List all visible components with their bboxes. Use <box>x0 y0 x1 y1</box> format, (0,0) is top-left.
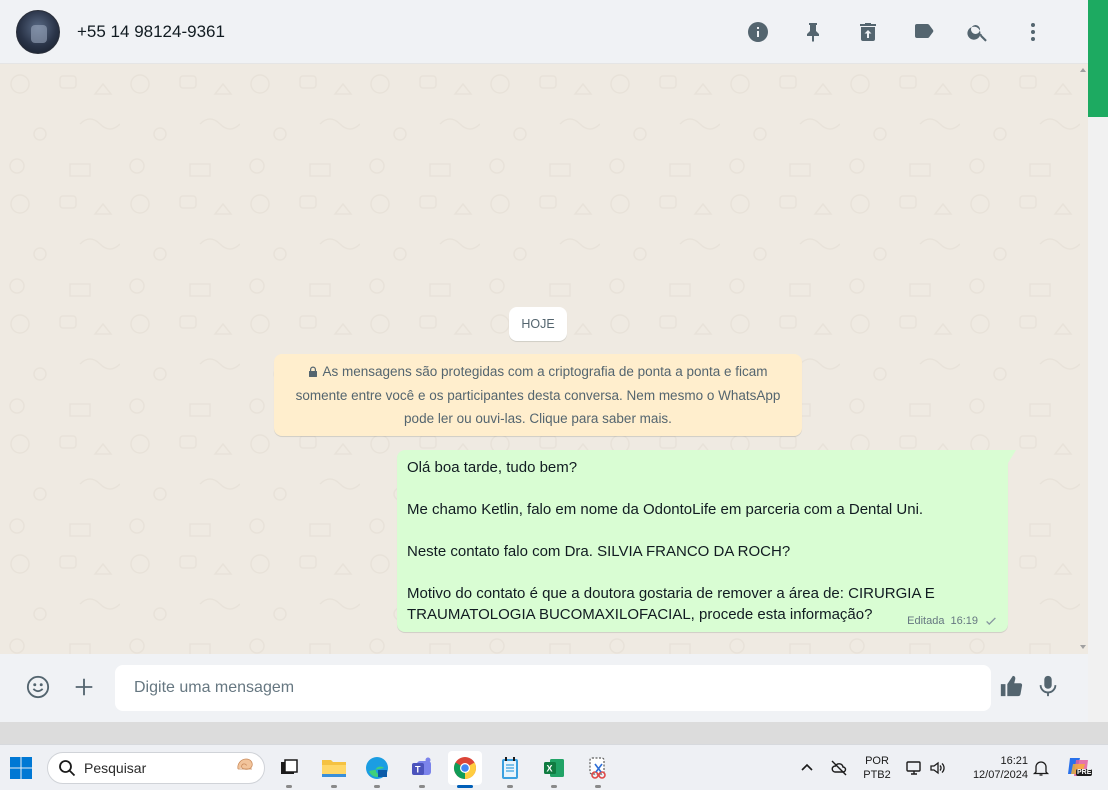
os-taskbar: Pesquisar T X POR PTB2 16:21 12/07/2024 … <box>0 744 1108 790</box>
teams-icon: T <box>412 757 431 775</box>
clock-date: 12/07/2024 <box>972 769 1028 781</box>
taskbar-file-explorer[interactable] <box>317 751 351 788</box>
message-meta: Editada 16:19 <box>907 614 998 628</box>
thumbs-up-icon[interactable] <box>999 674 1023 698</box>
cloud-off-icon[interactable] <box>830 759 848 777</box>
encryption-notice[interactable]: As mensagens são protegidas com a cripto… <box>274 354 802 436</box>
taskbar-teams[interactable]: T <box>405 751 439 788</box>
keyboard-language[interactable]: POR PTB2 <box>860 754 894 782</box>
svg-text:X: X <box>547 764 553 774</box>
task-view-icon <box>281 759 298 774</box>
clock-time: 16:21 <box>1000 755 1028 767</box>
message-paragraph: Neste contato falo com Dra. SILVIA FRANC… <box>407 543 791 560</box>
copilot-preview-badge: PRE <box>1076 769 1093 776</box>
contact-name[interactable]: +55 14 98124-9361 <box>77 22 225 42</box>
pin-icon[interactable] <box>785 12 840 52</box>
scrollbar-thumb[interactable] <box>1088 0 1108 117</box>
system-clock[interactable]: 16:21 12/07/2024 <box>958 754 1034 782</box>
label-icon[interactable] <box>895 12 950 52</box>
copilot-icon[interactable]: PRE <box>1065 754 1093 780</box>
taskbar-snipping-tool[interactable] <box>581 751 615 788</box>
keyboard-layout: PTB2 <box>863 769 891 781</box>
page-scrollbar[interactable] <box>1088 0 1108 722</box>
chrome-icon <box>454 757 476 779</box>
menu-icon[interactable] <box>1005 12 1060 52</box>
outgoing-message-bubble[interactable]: Olá boa tarde, tudo bem? Me chamo Ketlin… <box>397 450 1016 632</box>
chevron-up-icon[interactable] <box>798 759 816 777</box>
folder-icon <box>322 760 346 777</box>
taskbar-notepad[interactable] <box>493 751 527 788</box>
message-composer <box>0 654 1088 722</box>
chat-area: HOJE As mensagens são protegidas com a c… <box>0 64 1088 654</box>
notification-bell-icon[interactable] <box>1032 759 1050 777</box>
header-actions <box>730 0 1060 64</box>
language-code: POR <box>865 755 889 767</box>
volume-icon[interactable] <box>929 759 947 777</box>
attach-plus-icon[interactable] <box>72 675 96 699</box>
snipping-tool-icon <box>589 757 606 779</box>
contact-avatar[interactable] <box>16 9 60 54</box>
message-paragraph: Me chamo Ketlin, falo em nome da OdontoL… <box>407 501 924 518</box>
taskbar-chrome[interactable] <box>448 751 482 788</box>
window-bottom-strip <box>0 722 1108 744</box>
search-icon[interactable] <box>950 12 1005 52</box>
taskbar-task-view[interactable] <box>272 751 306 788</box>
chat-header: +55 14 98124-9361 <box>0 0 1088 64</box>
svg-text:T: T <box>415 765 421 775</box>
search-icon <box>59 760 76 777</box>
message-input[interactable] <box>115 665 991 711</box>
message-time: 16:19 <box>950 615 978 627</box>
taskbar-search[interactable]: Pesquisar <box>47 752 265 784</box>
message-paragraph: Olá boa tarde, tudo bem? <box>407 459 578 476</box>
edge-icon <box>366 757 388 779</box>
excel-icon: X <box>544 759 564 777</box>
notepad-icon <box>502 757 518 779</box>
taskbar-edge[interactable] <box>360 751 394 788</box>
scroll-down-arrow-icon[interactable] <box>1079 643 1087 651</box>
shell-illustration-icon <box>237 758 253 770</box>
info-icon[interactable] <box>730 12 785 52</box>
encryption-notice-line-3: pode ler ou ouvi-las. Clique para saber … <box>404 411 672 426</box>
windows-start-icon[interactable] <box>9 756 33 780</box>
single-check-icon <box>986 617 996 626</box>
microphone-icon[interactable] <box>1036 674 1060 698</box>
taskbar-excel[interactable]: X <box>537 751 571 788</box>
taskbar-search-placeholder: Pesquisar <box>84 760 147 776</box>
encryption-notice-line-2: somente entre você e os participantes de… <box>295 387 781 403</box>
message-edited-label: Editada <box>907 615 945 627</box>
network-icon[interactable] <box>905 759 923 777</box>
copilot-logo-icon <box>1068 758 1088 776</box>
lock-icon <box>309 366 318 377</box>
emoji-icon[interactable] <box>26 675 50 699</box>
date-separator: HOJE <box>509 307 567 341</box>
encryption-notice-line-1: As mensagens são protegidas com a cripto… <box>322 364 768 379</box>
scroll-up-arrow-icon[interactable] <box>1079 66 1087 74</box>
delete-icon[interactable] <box>840 12 895 52</box>
